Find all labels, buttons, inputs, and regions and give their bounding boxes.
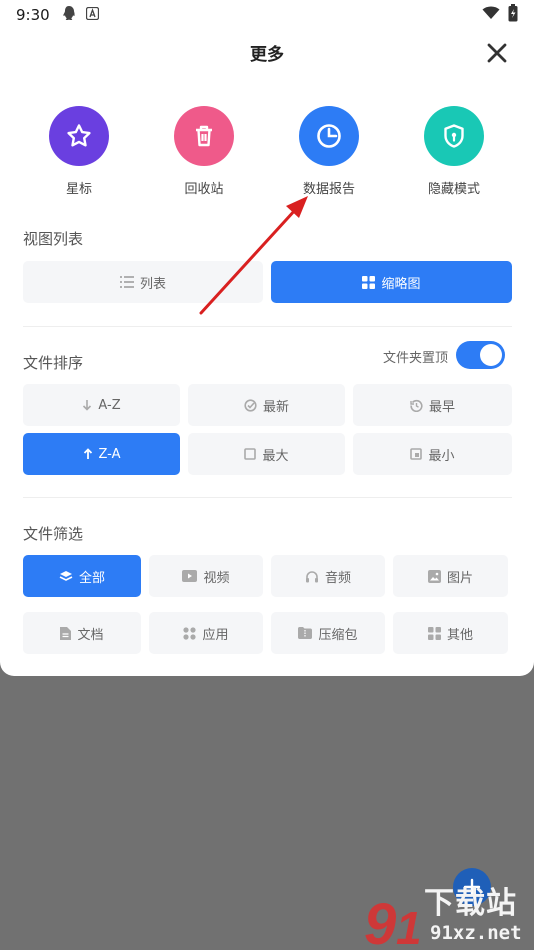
- list-icon: [119, 276, 134, 288]
- quick-action-recycle-bin[interactable]: 回收站: [154, 106, 254, 197]
- divider: [23, 497, 512, 498]
- folder-top-label: 文件夹置顶: [382, 351, 448, 366]
- filter-option-label: 应用: [202, 627, 229, 643]
- view-thumbnail-option[interactable]: 缩略图: [271, 261, 512, 303]
- star-icon: [49, 106, 109, 166]
- sort-label: 文件排序: [23, 354, 84, 372]
- pie-chart-icon: [299, 106, 359, 166]
- app-notification-icon: [85, 6, 99, 24]
- filter-audio-button[interactable]: 音频: [271, 555, 385, 597]
- status-bar: 9:30: [0, 0, 534, 30]
- folder-top-toggle[interactable]: [456, 341, 505, 369]
- sort-option-label: A-Z: [98, 397, 121, 413]
- quick-action-label: 隐藏模式: [427, 182, 480, 197]
- more-options-sheet: 更多 星标 回收站 数据报告 隐藏模式 视图列表 列表 缩略图 文件排序 文件夹…: [0, 0, 534, 676]
- filter-all-button[interactable]: 全部: [23, 555, 141, 597]
- watermark-text: 下载站: [424, 886, 517, 921]
- filter-option-label: 其他: [446, 627, 473, 643]
- battery-charging-icon: [508, 4, 518, 26]
- view-list-label: 视图列表: [23, 230, 84, 248]
- history-icon: [410, 399, 423, 412]
- quick-action-label: 回收站: [184, 182, 224, 197]
- quick-actions: 星标 回收站 数据报告 隐藏模式: [0, 106, 534, 197]
- image-icon: [427, 569, 441, 583]
- view-thumbnail-option-label: 缩略图: [381, 276, 421, 292]
- quick-action-label: 数据报告: [302, 182, 355, 197]
- filter-label: 文件筛选: [23, 525, 84, 543]
- filter-option-label: 全部: [78, 570, 105, 586]
- square-icon: [244, 448, 257, 460]
- filter-other-button[interactable]: 其他: [393, 612, 508, 654]
- sort-oldest-button[interactable]: 最早: [353, 384, 512, 426]
- status-time: 9:30: [16, 6, 50, 24]
- check-circle-icon: [244, 398, 257, 412]
- filter-option-label: 音频: [324, 570, 351, 586]
- trash-icon: [174, 106, 234, 166]
- qq-notification-icon: [62, 5, 76, 25]
- filter-app-button[interactable]: 应用: [149, 612, 263, 654]
- site-watermark: 9 1 下载站 91xz.net: [362, 872, 534, 950]
- sort-option-label: 最大: [262, 448, 289, 464]
- archive-folder-icon: [298, 627, 313, 639]
- video-icon: [182, 570, 198, 582]
- quick-action-hidden-mode[interactable]: 隐藏模式: [404, 106, 504, 197]
- quick-action-star[interactable]: 星标: [29, 106, 129, 197]
- svg-text:1: 1: [396, 902, 422, 950]
- close-icon: [487, 43, 507, 63]
- filter-image-button[interactable]: 图片: [393, 555, 508, 597]
- filter-option-label: 图片: [446, 570, 473, 586]
- view-list-option[interactable]: 列表: [23, 261, 263, 303]
- grid-other-icon: [427, 626, 441, 640]
- watermark-site: 91xz.net: [430, 922, 522, 944]
- filter-video-button[interactable]: 视频: [149, 555, 263, 597]
- layers-icon: [59, 570, 73, 581]
- sort-z-a-button[interactable]: Z-A: [23, 433, 180, 475]
- shield-lock-icon: [424, 106, 484, 166]
- filter-document-button[interactable]: 文档: [23, 612, 141, 654]
- arrow-down-icon: [83, 400, 92, 411]
- filter-option-label: 文档: [77, 627, 104, 643]
- arrow-up-icon: [83, 448, 92, 459]
- quick-action-data-report[interactable]: 数据报告: [279, 106, 379, 197]
- sort-option-label: Z-A: [98, 446, 121, 462]
- sort-a-z-button[interactable]: A-Z: [23, 384, 180, 426]
- divider: [23, 326, 512, 327]
- sort-newest-button[interactable]: 最新: [188, 384, 345, 426]
- sheet-title: 更多: [250, 45, 284, 65]
- apps-icon: [183, 626, 197, 640]
- svg-text:9: 9: [364, 892, 396, 950]
- close-button[interactable]: [486, 42, 508, 64]
- wifi-icon: [482, 6, 500, 24]
- view-list-option-label: 列表: [139, 276, 166, 292]
- quick-action-label: 星标: [65, 182, 92, 197]
- headphones-icon: [305, 570, 318, 582]
- small-square-icon: [410, 448, 423, 460]
- filter-option-label: 视频: [203, 570, 230, 586]
- sort-option-label: 最新: [262, 399, 289, 415]
- sort-option-label: 最早: [428, 399, 455, 415]
- sort-smallest-button[interactable]: 最小: [353, 433, 512, 475]
- sort-largest-button[interactable]: 最大: [188, 433, 345, 475]
- filter-option-label: 压缩包: [318, 627, 358, 643]
- sort-option-label: 最小: [428, 448, 455, 464]
- grid-icon: [362, 275, 376, 289]
- toggle-knob: [480, 344, 502, 366]
- document-icon: [60, 626, 72, 640]
- filter-archive-button[interactable]: 压缩包: [271, 612, 385, 654]
